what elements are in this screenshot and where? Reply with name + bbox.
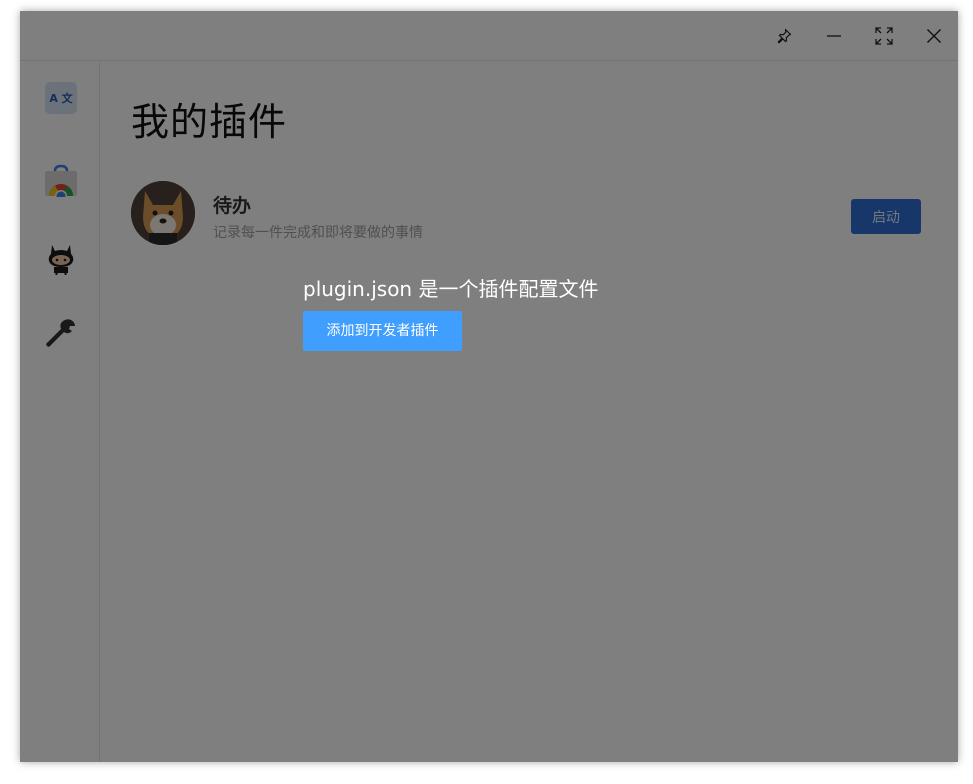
drop-overlay-label: plugin.json 是一个插件配置文件 [303, 277, 599, 301]
add-to-developer-plugins-button[interactable]: 添加到开发者插件 [303, 311, 462, 351]
drop-overlay [20, 11, 958, 762]
